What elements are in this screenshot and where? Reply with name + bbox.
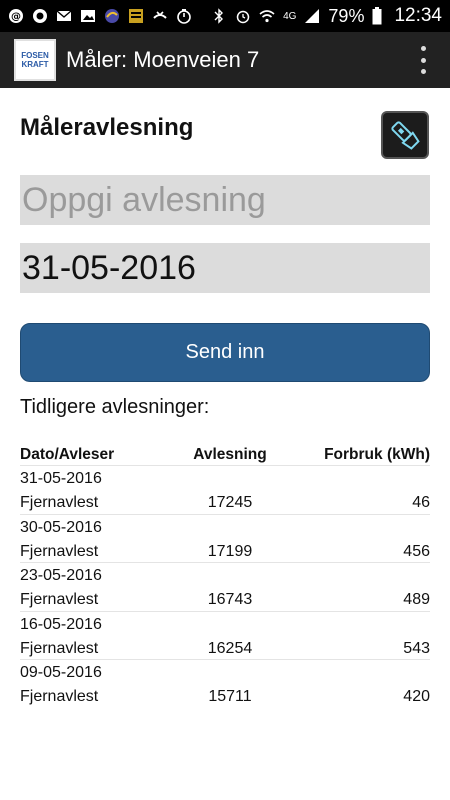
row-reading: 16254 [207, 639, 253, 657]
cashcard-icon [128, 8, 144, 24]
status-bar: @ 4G 79% 12:34 [0, 0, 450, 32]
app-bar: FOSEN KRAFT Måler: Moenveien 7 [0, 32, 450, 88]
image-icon [80, 8, 96, 24]
row-usage: 456 [403, 542, 430, 560]
flashlight-button[interactable] [381, 111, 429, 159]
missed-call-icon [152, 8, 168, 24]
table-row: 16-05-2016 Fjernavlest 16254 543 [20, 612, 430, 660]
battery-icon [372, 7, 382, 25]
history-table: Dato/Avleser Avlesning Forbruk (kWh) 31-… [20, 444, 430, 709]
row-reading: 16743 [207, 591, 253, 608]
page-title: Måleravlesning [20, 114, 194, 141]
battery-percent: 79% [328, 5, 365, 26]
circle-app-icon [32, 8, 48, 24]
system-icons: 4G 79% 12:34 [211, 5, 442, 27]
mail-icon [56, 8, 72, 24]
row-reader: Fjernavlest [20, 542, 99, 560]
flashlight-icon [391, 121, 420, 150]
row-reading: 17245 [207, 494, 253, 511]
alarm-icon [235, 8, 251, 24]
row-date: 31-05-2016 [20, 470, 102, 487]
row-reader: Fjernavlest [20, 688, 99, 705]
reading-input[interactable] [20, 175, 430, 225]
network-type: 4G [283, 10, 297, 22]
send-button[interactable]: Send inn [20, 323, 430, 382]
row-reader: Fjernavlest [20, 591, 99, 608]
logo-line-2: KRAFT [21, 60, 49, 69]
column-header-reading: Avlesning [193, 445, 267, 463]
table-row: 31-05-2016 Fjernavlest 17245 46 [20, 466, 430, 515]
fosen-kraft-logo: FOSEN KRAFT [14, 39, 56, 81]
app-title: Måler: Moenveien 7 [66, 47, 260, 72]
logo-line-1: FOSEN [21, 51, 49, 60]
row-date: 16-05-2016 [20, 615, 102, 633]
row-date: 30-05-2016 [20, 518, 102, 536]
table-row: 30-05-2016 Fjernavlest 17199 456 [20, 515, 430, 563]
row-date: 09-05-2016 [20, 664, 102, 681]
overflow-dot [420, 69, 426, 74]
overflow-dot [420, 46, 426, 51]
row-date: 23-05-2016 [20, 567, 102, 584]
date-input[interactable] [20, 243, 430, 293]
row-usage: 46 [412, 494, 430, 511]
swirl-icon [104, 8, 120, 24]
row-reader: Fjernavlest [20, 494, 99, 511]
row-usage: 420 [403, 688, 430, 705]
row-reading: 17199 [207, 542, 253, 560]
svg-text:@: @ [11, 12, 21, 23]
row-usage: 489 [403, 591, 430, 608]
row-reader: Fjernavlest [20, 639, 99, 657]
row-usage: 543 [403, 639, 430, 657]
overflow-dot [420, 57, 426, 63]
clock: 12:34 [394, 5, 442, 26]
wifi-icon [259, 8, 275, 24]
bluetooth-icon [211, 8, 227, 24]
table-header: Dato/Avleser Avlesning Forbruk (kWh) [20, 444, 430, 466]
history-title: Tidligere avlesninger: [20, 396, 210, 418]
email-icon: @ [8, 8, 24, 24]
overflow-menu-icon[interactable] [420, 46, 426, 74]
notification-icons: @ [8, 8, 192, 24]
stopwatch-icon [176, 8, 192, 24]
column-header-usage: Forbruk (kWh) [324, 445, 430, 463]
table-row: 23-05-2016 Fjernavlest 16743 489 [20, 563, 430, 612]
row-reading: 15711 [208, 688, 252, 705]
signal-icon [304, 8, 320, 24]
table-row: 09-05-2016 Fjernavlest 15711 420 [20, 660, 430, 709]
column-header-date: Dato/Avleser [20, 445, 115, 463]
